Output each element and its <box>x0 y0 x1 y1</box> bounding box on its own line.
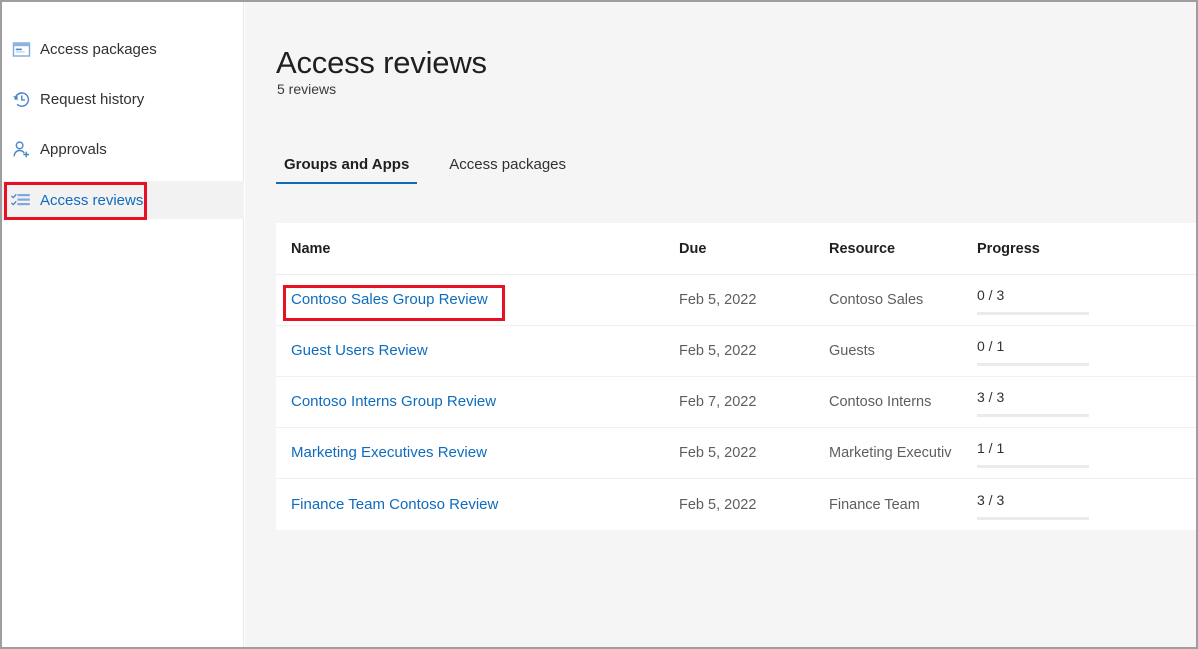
review-due-date: Feb 5, 2022 <box>679 497 756 513</box>
review-due-date: Feb 5, 2022 <box>679 292 756 308</box>
sidebar-item-approvals[interactable]: Approvals <box>2 130 244 168</box>
progress-label: 3 / 3 <box>977 389 1107 405</box>
sidebar-item-label: Access packages <box>40 41 157 58</box>
review-name-link[interactable]: Contoso Sales Group Review <box>291 291 488 308</box>
sidebar-navigation: Access packages Request history <box>2 2 244 647</box>
tab-bar: Groups and Apps Access packages <box>276 156 574 184</box>
app-window: Access packages Request history <box>0 0 1198 649</box>
column-header-progress[interactable]: Progress <box>977 241 1107 257</box>
tab-access-packages[interactable]: Access packages <box>441 156 574 184</box>
column-header-name[interactable]: Name <box>291 241 679 257</box>
review-name-link[interactable]: Finance Team Contoso Review <box>291 496 498 513</box>
table-row: Guest Users Review Feb 5, 2022 Guests 0 … <box>276 326 1196 377</box>
column-header-due[interactable]: Due <box>679 241 829 257</box>
review-resource: Finance Team <box>829 497 920 513</box>
review-due-date: Feb 5, 2022 <box>679 445 756 461</box>
review-due-date: Feb 5, 2022 <box>679 343 756 359</box>
review-resource: Guests <box>829 343 875 359</box>
table-header-row: Name Due Resource Progress <box>276 223 1196 275</box>
table-row: Finance Team Contoso Review Feb 5, 2022 … <box>276 479 1196 530</box>
sidebar-item-label: Access reviews <box>40 192 143 209</box>
review-progress: 1 / 1 <box>977 438 1107 468</box>
sidebar-item-access-packages[interactable]: Access packages <box>2 30 244 68</box>
progress-track <box>977 517 1089 520</box>
review-progress: 3 / 3 <box>977 490 1107 520</box>
sidebar-item-label: Approvals <box>40 141 107 158</box>
table-row: Contoso Sales Group Review Feb 5, 2022 C… <box>276 275 1196 326</box>
table-row: Marketing Executives Review Feb 5, 2022 … <box>276 428 1196 479</box>
progress-label: 3 / 3 <box>977 492 1107 508</box>
progress-label: 0 / 3 <box>977 287 1107 303</box>
review-progress: 3 / 3 <box>977 387 1107 417</box>
progress-track <box>977 363 1089 366</box>
checklist-icon <box>10 189 32 211</box>
progress-label: 1 / 1 <box>977 440 1107 456</box>
review-resource: Marketing Executiv <box>829 445 952 461</box>
review-name-link[interactable]: Marketing Executives Review <box>291 444 487 461</box>
package-icon <box>10 38 32 60</box>
progress-label: 0 / 1 <box>977 338 1107 354</box>
history-clock-icon <box>10 88 32 110</box>
review-resource: Contoso Sales <box>829 292 923 308</box>
main-content: Access reviews 5 reviews Groups and Apps… <box>245 2 1196 647</box>
progress-track <box>977 414 1089 417</box>
review-resource: Contoso Interns <box>829 394 931 410</box>
page-title: Access reviews <box>276 45 487 81</box>
access-reviews-table: Name Due Resource Progress Contoso Sales… <box>276 223 1196 530</box>
progress-track <box>977 465 1089 468</box>
tab-groups-and-apps[interactable]: Groups and Apps <box>276 156 417 184</box>
review-due-date: Feb 7, 2022 <box>679 394 756 410</box>
person-add-icon <box>10 138 32 160</box>
sidebar-item-request-history[interactable]: Request history <box>2 80 244 118</box>
review-count-subtitle: 5 reviews <box>277 81 336 97</box>
sidebar-item-label: Request history <box>40 91 144 108</box>
review-name-link[interactable]: Guest Users Review <box>291 342 428 359</box>
progress-track <box>977 312 1089 315</box>
review-name-link[interactable]: Contoso Interns Group Review <box>291 393 496 410</box>
review-progress: 0 / 3 <box>977 285 1107 315</box>
table-row: Contoso Interns Group Review Feb 7, 2022… <box>276 377 1196 428</box>
review-progress: 0 / 1 <box>977 336 1107 366</box>
column-header-resource[interactable]: Resource <box>829 241 977 257</box>
sidebar-item-access-reviews[interactable]: Access reviews <box>2 181 244 219</box>
